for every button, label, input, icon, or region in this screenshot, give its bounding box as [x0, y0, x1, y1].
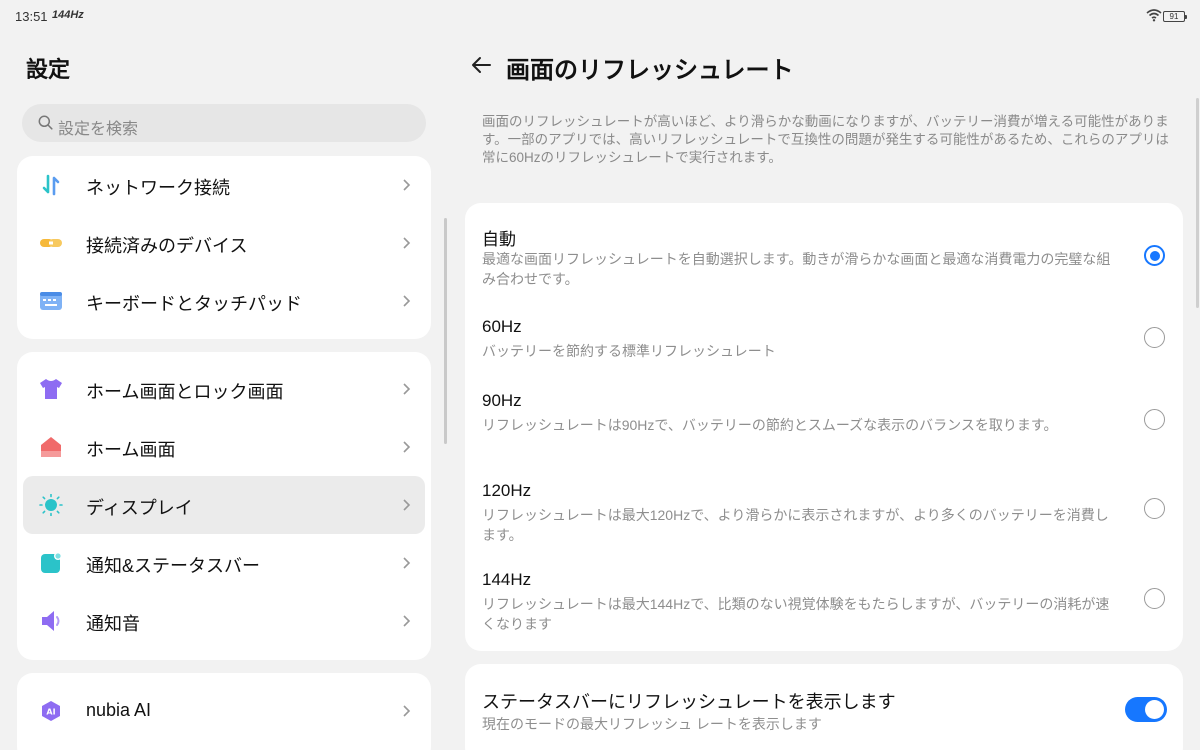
back-arrow-icon[interactable]: [470, 54, 492, 76]
keyboard-icon: [40, 292, 62, 310]
option-title: 144Hz: [482, 570, 532, 589]
refresh-rate-description: 画面のリフレッシュレートが高いほど、より滑らかな動画になりますが、バッテリー消費…: [482, 114, 1169, 165]
home-icon: [41, 437, 61, 457]
sidebar-item-connected-devices[interactable]: 接続済みのデバイス: [23, 214, 425, 272]
notification-icon: [41, 552, 62, 573]
settings-group-display: ホーム画面とロック画面 ホーム画面 ディスプレイ 通知&ステータスバー 通知音: [17, 352, 431, 660]
page-title: 画面のリフレッシュレート: [506, 57, 794, 84]
option-title: 60Hz: [482, 317, 522, 336]
chevron-right-icon: [403, 705, 411, 717]
status-refresh-rate: 144Hz: [52, 9, 84, 21]
status-bar: 13:51 144Hz 91: [0, 0, 1200, 32]
radio-auto[interactable]: [1144, 245, 1165, 266]
radio-90hz[interactable]: [1144, 409, 1165, 430]
sidebar-item-label: ホーム画面とロック画面: [86, 382, 284, 402]
left-scrollbar[interactable]: [444, 218, 447, 444]
sidebar-item-label: ホーム画面: [86, 440, 176, 460]
sidebar-item-home-lock[interactable]: ホーム画面とロック画面: [23, 360, 425, 418]
battery-icon: 91: [1163, 11, 1187, 22]
toggle-title: ステータスバーにリフレッシュレートを表示します: [482, 692, 896, 712]
chevron-right-icon: [403, 237, 411, 249]
sidebar-item-display[interactable]: ディスプレイ: [23, 476, 425, 534]
sidebar-item-keyboard[interactable]: キーボードとタッチパッド: [23, 272, 425, 330]
chevron-right-icon: [403, 295, 411, 307]
sun-display-icon: [39, 494, 63, 516]
option-desc: バッテリーを節約する標準リフレッシュレート: [482, 343, 776, 359]
option-desc: 最適な画面リフレッシュレートを自動選択します。動きが滑らかな画面と最適な消費電力…: [482, 251, 1111, 287]
option-desc: リフレッシュレートは最大120Hzで、より滑らかに表示されますが、より多くのバッ…: [482, 507, 1109, 543]
chevron-right-icon: [403, 615, 411, 627]
search-placeholder: 設定を検索: [58, 121, 139, 138]
sidebar-item-network[interactable]: ネットワーク接続: [23, 156, 425, 214]
sidebar-item-label: nubia AI: [86, 700, 152, 720]
option-title: 自動: [482, 230, 516, 249]
shirt-theme-icon: [40, 379, 62, 399]
radio-120hz[interactable]: [1144, 498, 1165, 519]
linked-devices-icon: [40, 239, 62, 247]
chevron-right-icon: [403, 557, 411, 569]
sidebar-item-sound[interactable]: 通知音: [23, 592, 425, 650]
sidebar-item-home-screen[interactable]: ホーム画面: [23, 418, 425, 476]
status-time: 13:51: [15, 9, 48, 24]
wifi-icon: [1146, 9, 1162, 22]
right-scrollbar[interactable]: [1196, 98, 1199, 308]
sidebar-item-label: 接続済みのデバイス: [86, 236, 248, 256]
speaker-icon: [42, 611, 60, 631]
toggle-desc: 現在のモードの最大リフレッシュ レートを表示します: [482, 716, 822, 732]
sidebar-item-label: 通知&ステータスバー: [86, 556, 261, 576]
svg-text:AI: AI: [46, 708, 55, 717]
radio-144hz[interactable]: [1144, 588, 1165, 609]
chevron-right-icon: [403, 441, 411, 453]
chevron-right-icon: [403, 383, 411, 395]
toggle-knob: [1145, 700, 1164, 719]
sidebar-item-label: キーボードとタッチパッド: [86, 294, 302, 314]
settings-group-connectivity: ネットワーク接続 接続済みのデバイス キーボードとタッチパッド: [17, 156, 431, 339]
settings-title: 設定: [26, 57, 71, 82]
ai-icon: AI: [42, 701, 60, 721]
option-title: 120Hz: [482, 481, 532, 500]
sidebar-item-nubia-ai[interactable]: AI nubia AI: [23, 682, 425, 740]
sidebar-item-label: 通知音: [86, 614, 140, 634]
option-desc: リフレッシュレートは最大144Hzで、比類のない視覚体験をもたらしますが、バッテ…: [482, 596, 1110, 632]
sidebar-item-label: ディスプレイ: [86, 498, 193, 518]
sidebar-item-notifications[interactable]: 通知&ステータスバー: [23, 534, 425, 592]
show-refresh-rate-toggle[interactable]: [1125, 697, 1167, 722]
show-refresh-rate-setting[interactable]: ステータスバーにリフレッシュレートを表示します 現在のモードの最大リフレッシュ …: [465, 664, 1183, 750]
option-title: 90Hz: [482, 391, 522, 410]
search-bar[interactable]: 設定を検索: [22, 104, 426, 142]
radio-60hz[interactable]: [1144, 327, 1165, 348]
sidebar-item-label: ネットワーク接続: [86, 178, 230, 198]
option-desc: リフレッシュレートは90Hzで、バッテリーの節約とスムーズな表示のバランスを取り…: [482, 417, 1058, 433]
network-transfer-icon: [42, 174, 60, 196]
settings-group-ai: AI nubia AI: [17, 673, 431, 750]
refresh-rate-options: 自動 最適な画面リフレッシュレートを自動選択します。動きが滑らかな画面と最適な消…: [465, 203, 1183, 651]
chevron-right-icon: [403, 179, 411, 191]
chevron-right-icon: [403, 499, 411, 511]
search-icon: [38, 115, 53, 130]
